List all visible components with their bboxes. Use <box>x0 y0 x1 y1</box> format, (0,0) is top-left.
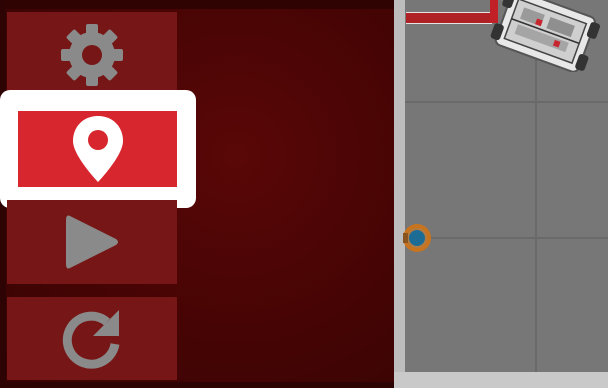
gear-icon <box>61 23 123 86</box>
location-button[interactable] <box>18 111 177 187</box>
panel-top-border <box>0 0 394 9</box>
target-marker[interactable] <box>400 221 434 255</box>
field-left-wall <box>394 0 405 388</box>
robot-top-view[interactable] <box>487 0 603 72</box>
red-barrier <box>406 12 492 24</box>
play-icon <box>66 215 118 269</box>
refresh-icon <box>62 309 120 369</box>
tile-divider <box>405 237 608 239</box>
play-button[interactable] <box>7 200 177 284</box>
tile-divider <box>405 101 608 103</box>
map-pin-icon <box>72 116 123 182</box>
app-window <box>0 0 608 388</box>
reset-button[interactable] <box>7 297 177 380</box>
panel-bottom-border <box>0 382 394 388</box>
field-bottom-wall <box>394 372 608 388</box>
settings-button[interactable] <box>7 12 177 97</box>
